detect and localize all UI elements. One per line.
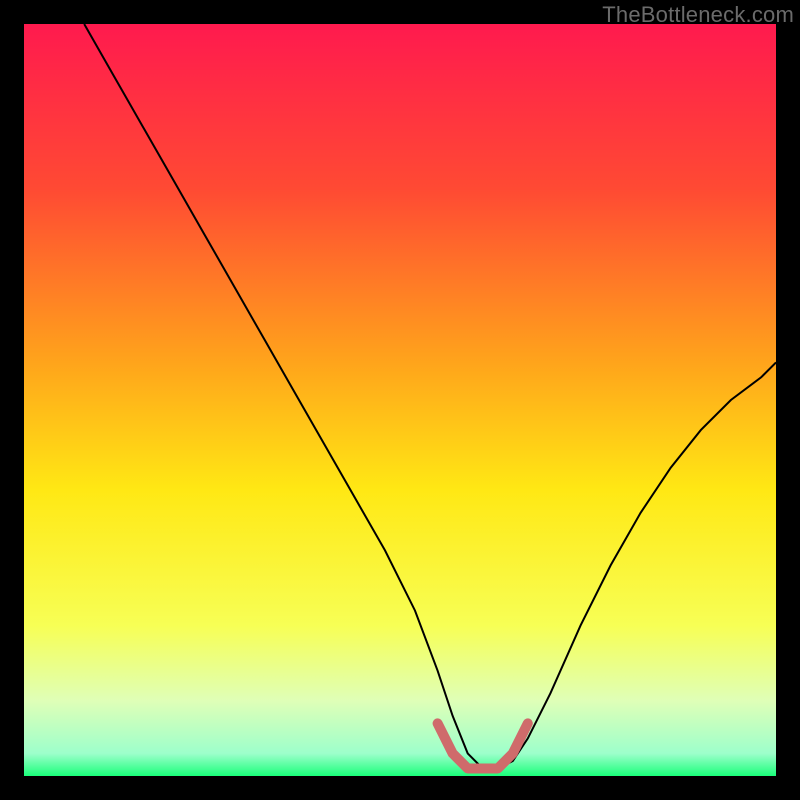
curve-layer (24, 24, 776, 776)
chart-frame: TheBottleneck.com (0, 0, 800, 800)
bottleneck-curve (84, 24, 776, 769)
optimal-band (438, 723, 528, 768)
plot-area (24, 24, 776, 776)
watermark-text: TheBottleneck.com (602, 2, 794, 28)
